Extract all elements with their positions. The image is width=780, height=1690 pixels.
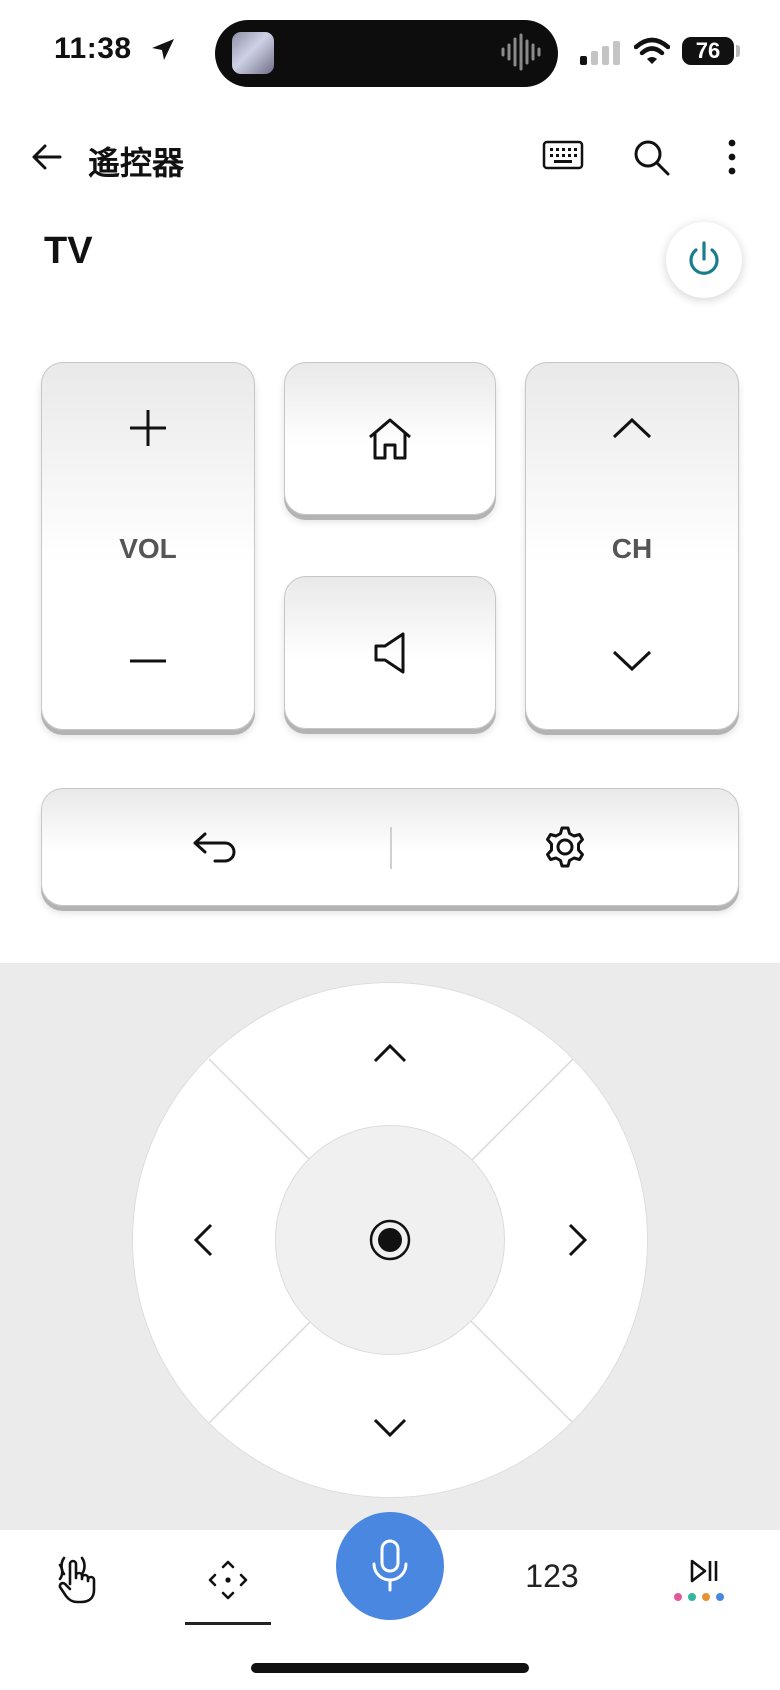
channel-up-button[interactable] — [526, 363, 738, 493]
more-vert-icon[interactable] — [722, 139, 742, 175]
audio-waveform-icon — [500, 33, 542, 71]
home-indicator — [251, 1663, 529, 1673]
return-settings-bar — [41, 788, 739, 906]
battery-indicator: 76 — [682, 37, 734, 65]
speaker-icon — [373, 631, 407, 675]
page-title: 遙控器 — [88, 144, 185, 182]
home-button[interactable] — [284, 362, 496, 515]
back-arrow-icon[interactable] — [30, 140, 64, 174]
location-arrow-icon — [150, 38, 176, 62]
ok-icon — [368, 1218, 412, 1262]
device-name: TV — [44, 230, 93, 272]
numpad-button[interactable]: 123 — [520, 1558, 584, 1595]
now-playing-thumbnail — [232, 32, 274, 74]
status-time: 11:38 — [54, 32, 132, 65]
return-button[interactable] — [42, 789, 390, 905]
dpad-ok-button[interactable] — [275, 1125, 505, 1355]
power-button[interactable] — [666, 222, 742, 298]
gear-icon — [543, 825, 587, 869]
chevron-down-icon — [611, 649, 653, 673]
dpad-left-button[interactable] — [145, 1150, 260, 1330]
dpad-icon[interactable] — [208, 1560, 248, 1600]
chevron-right-icon — [567, 1222, 589, 1258]
wifi-icon — [634, 37, 670, 65]
voice-button[interactable] — [336, 1512, 444, 1620]
channel-down-button[interactable] — [526, 593, 738, 729]
chevron-left-icon — [192, 1222, 214, 1258]
chevron-up-icon — [372, 1042, 408, 1064]
active-tab-indicator — [185, 1622, 271, 1625]
dpad-down-button[interactable] — [300, 1370, 480, 1485]
minus-icon — [128, 658, 168, 664]
search-icon[interactable] — [632, 138, 672, 178]
volume-rocker: VOL — [41, 362, 255, 730]
mute-button[interactable] — [284, 576, 496, 729]
return-icon — [191, 830, 241, 864]
chevron-down-icon — [372, 1417, 408, 1439]
volume-down-button[interactable] — [42, 593, 254, 729]
channel-label: CH — [611, 533, 653, 564]
plus-icon — [128, 408, 168, 448]
cellular-signal-icon — [580, 41, 622, 65]
keyboard-icon[interactable] — [542, 140, 584, 170]
settings-button[interactable] — [392, 789, 738, 905]
dpad-right-button[interactable] — [520, 1150, 635, 1330]
touch-remote-icon[interactable] — [54, 1556, 98, 1604]
volume-up-button[interactable] — [42, 363, 254, 493]
battery-cap — [736, 45, 740, 57]
channel-rocker: CH — [525, 362, 739, 730]
volume-label: VOL — [119, 533, 177, 564]
mic-icon — [370, 1538, 410, 1594]
home-icon — [366, 417, 414, 461]
chevron-up-icon — [611, 416, 653, 440]
dpad-up-button[interactable] — [300, 995, 480, 1110]
play-pause-icon[interactable] — [672, 1558, 734, 1604]
power-icon — [686, 241, 722, 279]
